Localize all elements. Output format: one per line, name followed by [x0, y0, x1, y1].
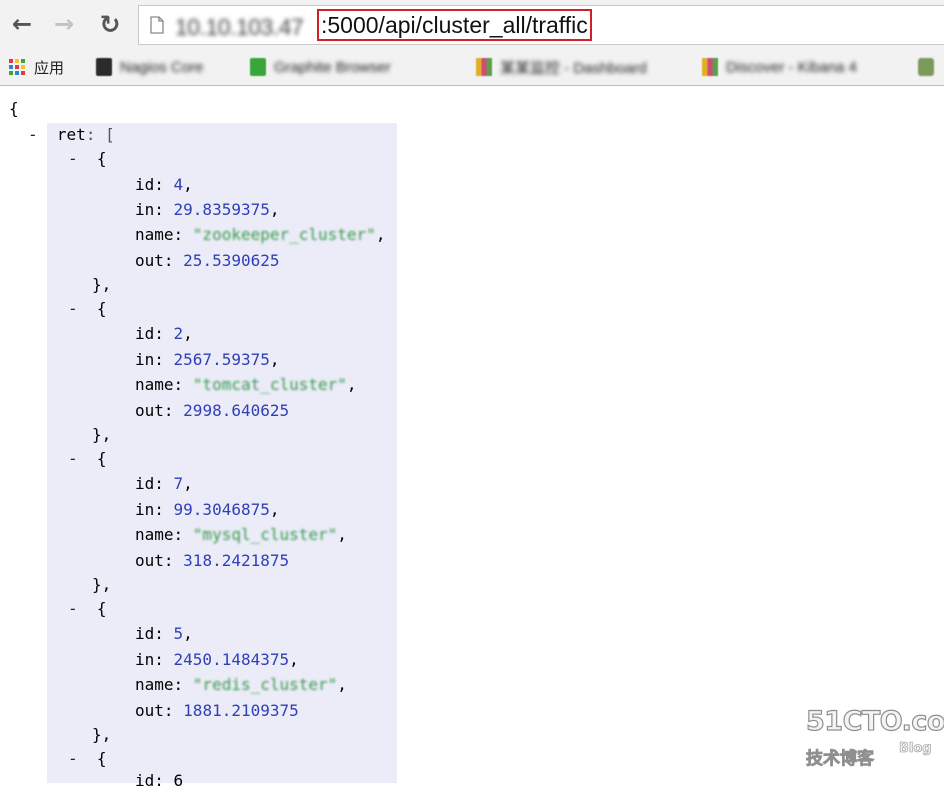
kibana-icon	[702, 58, 718, 76]
field-in: in: 2567.59375,	[135, 350, 280, 369]
item-close: },	[92, 425, 112, 444]
watermark-blog: Blog	[899, 741, 932, 757]
field-in: in: 99.3046875,	[135, 500, 280, 519]
page-icon	[150, 16, 164, 34]
field-out: out: 2998.640625	[135, 401, 290, 420]
bookmark-label: Nagios Core	[120, 58, 204, 76]
forward-button[interactable]: →	[50, 10, 78, 38]
json-viewer: { - ret: [ - { id: 4, in: 29.8359375, na…	[0, 87, 944, 790]
arrow-right-icon: →	[53, 10, 75, 38]
value-out: 1881.2109375	[183, 701, 299, 720]
dashboard-icon	[476, 58, 492, 76]
bookmark-nagios[interactable]: Nagios Core	[96, 55, 203, 79]
value-in: 29.8359375	[173, 200, 270, 219]
bookmark-label: 某某监控 - Dashboard	[500, 59, 647, 77]
field-in: in: 2450.1484375,	[135, 650, 299, 669]
value-name: "zookeeper_cluster"	[192, 225, 376, 244]
collapse-toggle[interactable]: -	[68, 749, 78, 768]
bookmark-label: Graphite Browser	[274, 58, 391, 76]
field-out: out: 25.5390625	[135, 251, 280, 270]
watermark-logo: 51CTO.com	[805, 705, 944, 737]
field-name: name: "tomcat_cluster",	[135, 375, 357, 394]
item-open: - {	[68, 299, 107, 318]
watermark-subtitle: 技术博客	[806, 749, 875, 770]
address-bar[interactable]: 10.10.103.47 :5000/api/cluster_all/traff…	[138, 5, 944, 45]
field-out: out: 318.2421875	[135, 551, 290, 570]
item-close: },	[92, 575, 112, 594]
url-host: 10.10.103.47	[175, 14, 304, 40]
field-id: id: 4,	[135, 175, 193, 194]
apps-grid-icon	[9, 59, 25, 75]
value-in: 2567.59375	[173, 350, 270, 369]
collapse-toggle[interactable]: -	[68, 149, 78, 168]
value-out: 318.2421875	[183, 551, 290, 570]
value-name: "redis_cluster"	[192, 675, 338, 694]
reload-button[interactable]: ↻	[96, 9, 124, 39]
value-in: 2450.1484375	[173, 650, 290, 669]
arrow-left-icon: ←	[11, 10, 33, 38]
item-open: - {	[68, 749, 107, 768]
browser-toolbar: ← → ↻ 10.10.103.47 :5000/api/cluster_all…	[0, 0, 944, 50]
bookmark-dashboard[interactable]: 某某监控 - Dashboard	[476, 55, 647, 79]
bookmark-graphite[interactable]: Graphite Browser	[250, 55, 391, 79]
field-in: in: 29.8359375,	[135, 200, 280, 219]
field-name: name: "mysql_cluster",	[135, 525, 347, 544]
value-id: 2	[173, 324, 184, 343]
bookmark-label: Discover - Kibana 4	[726, 58, 857, 76]
json-key: ret	[56, 125, 86, 144]
field-id: id: 5,	[135, 624, 193, 643]
field-out: out: 1881.2109375	[135, 701, 299, 720]
item-open: - {	[68, 149, 107, 168]
field-name: name: "redis_cluster",	[135, 675, 347, 694]
item-close: },	[92, 275, 112, 294]
value-id: 4	[173, 175, 184, 194]
bookmark-overflow[interactable]	[918, 55, 942, 79]
bookmarks-bar: 应用 Nagios Core Graphite Browser 某某监控 - D…	[0, 50, 944, 86]
item-open: - {	[68, 449, 107, 468]
field-id-partial: id: 6	[135, 771, 184, 790]
root-open-brace: {	[9, 99, 19, 118]
field-name: name: "zookeeper_cluster",	[135, 225, 386, 244]
ret-line: - ret: [	[28, 125, 115, 144]
collapse-toggle[interactable]: -	[28, 125, 38, 144]
bookmark-apps[interactable]: 应用	[9, 55, 64, 79]
item-close: },	[92, 725, 112, 744]
collapse-toggle[interactable]: -	[68, 449, 78, 468]
collapse-toggle[interactable]: -	[68, 599, 78, 618]
graphite-icon	[250, 58, 266, 76]
value-name: "tomcat_cluster"	[192, 375, 347, 394]
nagios-icon	[96, 58, 112, 76]
value-id: 7	[173, 474, 184, 493]
value-in: 99.3046875	[173, 500, 270, 519]
field-id: id: 7,	[135, 474, 193, 493]
value-out: 2998.640625	[183, 401, 290, 420]
url-path-highlighted: :5000/api/cluster_all/traffic	[317, 9, 592, 41]
item-open: - {	[68, 599, 107, 618]
value-out: 25.5390625	[183, 251, 280, 270]
back-button[interactable]: ←	[8, 10, 36, 38]
bookmark-kibana[interactable]: Discover - Kibana 4	[702, 55, 857, 79]
field-id: id: 2,	[135, 324, 193, 343]
puzzle-icon	[918, 58, 934, 76]
reload-icon: ↻	[99, 9, 121, 39]
bookmark-label: 应用	[34, 59, 65, 77]
value-name: "mysql_cluster"	[192, 525, 338, 544]
collapse-toggle[interactable]: -	[68, 299, 78, 318]
value-id: 5	[173, 624, 184, 643]
